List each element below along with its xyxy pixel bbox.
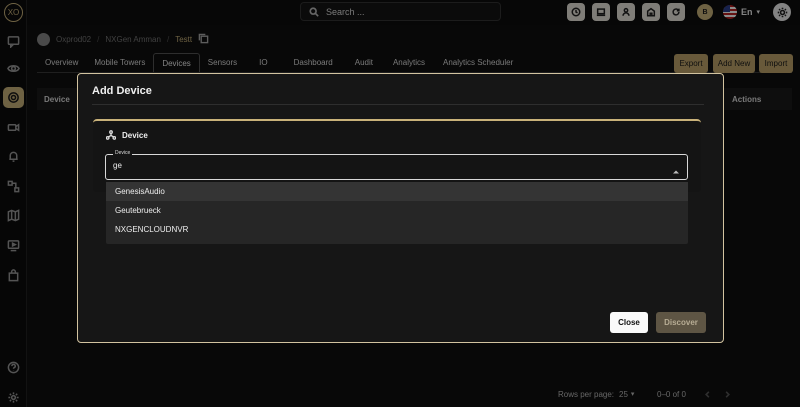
- device-input[interactable]: [113, 161, 653, 170]
- app-root: XO B En ▾ Oxprod02 /: [0, 0, 800, 407]
- device-option[interactable]: GenesisAudio: [106, 182, 688, 201]
- section-header: Device: [106, 130, 148, 140]
- section-title: Device: [122, 130, 148, 140]
- dialog-divider: [92, 104, 704, 105]
- add-device-dialog: Add Device Device Device GenesisAudio Ge…: [77, 73, 724, 343]
- device-options-list: GenesisAudio Geutebrueck NXGENCLOUDNVR: [106, 182, 688, 244]
- discover-button[interactable]: Discover: [656, 312, 706, 333]
- device-autocomplete[interactable]: Device: [105, 150, 688, 180]
- device-option[interactable]: Geutebrueck: [106, 201, 688, 220]
- dialog-title: Add Device: [92, 85, 152, 97]
- device-tree-icon: [106, 130, 116, 140]
- device-option[interactable]: NXGENCLOUDNVR: [106, 220, 688, 239]
- close-button[interactable]: Close: [610, 312, 648, 333]
- chevron-up-icon[interactable]: [672, 163, 680, 174]
- device-field-label: Device: [113, 150, 133, 156]
